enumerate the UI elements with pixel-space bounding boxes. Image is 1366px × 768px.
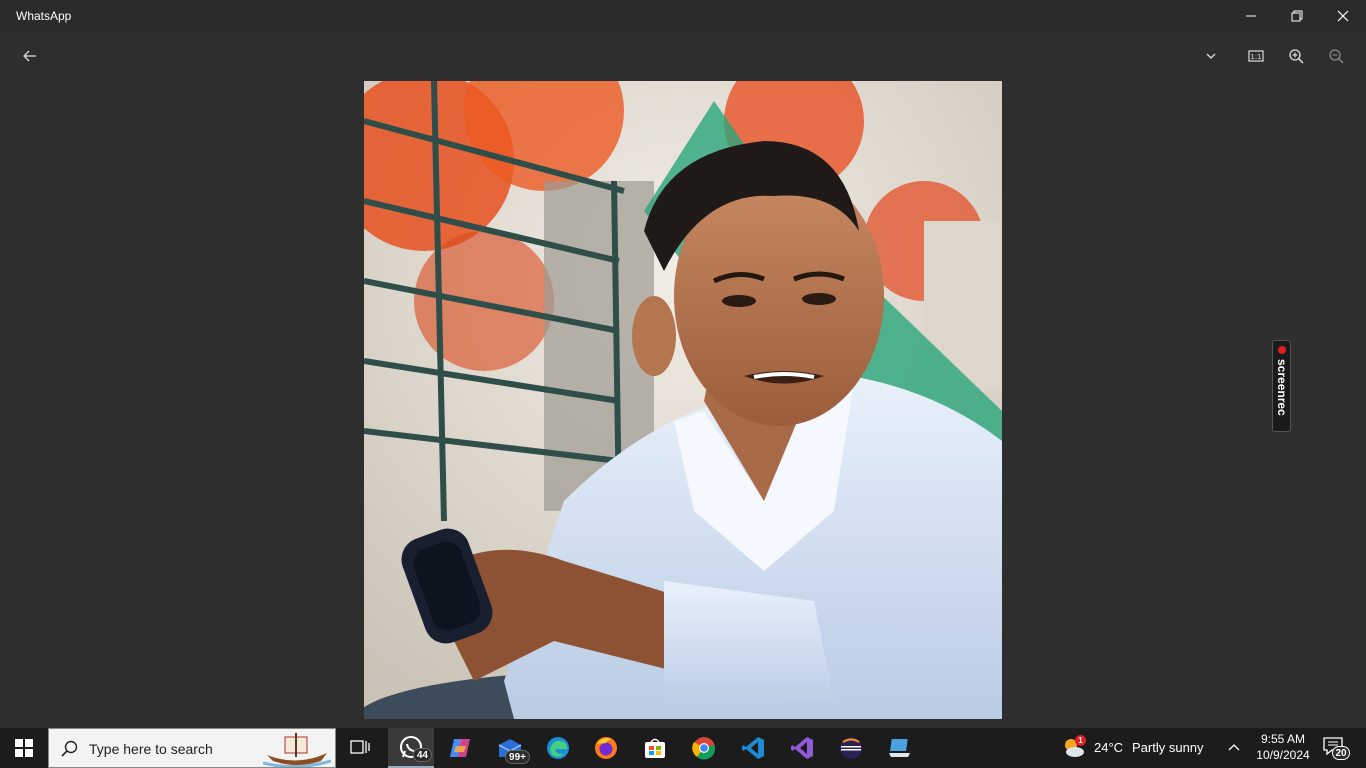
close-button[interactable] [1320,0,1366,32]
eclipse-icon [840,737,862,759]
chevron-down-icon [1206,53,1216,59]
taskbar-firefox[interactable] [584,728,628,768]
minimize-icon [1246,15,1256,17]
screenrec-widget[interactable]: screenrec [1272,340,1291,432]
options-dropdown-button[interactable] [1195,40,1227,72]
clock-date: 10/9/2024 [1256,748,1310,762]
task-view-icon [350,740,370,754]
show-hidden-icons-button[interactable] [1226,740,1246,756]
restore-button[interactable] [1274,0,1320,32]
record-icon [1278,346,1286,354]
actual-size-icon: 1:1 [1248,50,1264,62]
copilot-icon [450,739,470,757]
vscode-icon [742,737,764,759]
back-button[interactable] [14,40,46,72]
screenrec-label: screenrec [1275,359,1289,416]
window-title: WhatsApp [16,9,72,23]
whatsapp-badge: 44 [412,748,432,762]
zoom-in-button[interactable] [1280,40,1312,72]
chevron-up-icon [1228,744,1240,751]
weather-text: Partly sunny [1132,740,1204,755]
close-icon [1337,10,1349,22]
restore-icon [1291,10,1303,22]
taskbar-chrome[interactable] [682,728,726,768]
svg-text:1:1: 1:1 [1250,53,1261,61]
photo-image [364,81,1002,719]
store-icon [645,738,665,758]
task-view-button[interactable] [338,728,382,768]
clock-time: 9:55 AM [1260,732,1306,746]
minimize-button[interactable] [1228,0,1274,32]
clock[interactable]: 9:55 AM 10/9/2024 [1252,731,1314,765]
taskbar-edge[interactable] [536,728,580,768]
notification-count: 20 [1332,746,1350,760]
visual-studio-icon [791,737,813,759]
search-placeholder: Type here to search [89,741,213,757]
windows-icon [15,739,33,757]
notifications-button[interactable]: 20 [1322,736,1354,762]
weather-widget[interactable]: 1 [1060,734,1090,762]
firefox-icon [595,737,617,759]
chrome-icon [692,737,716,760]
edge-icon [547,737,569,759]
taskbar-whatsapp[interactable]: 44 [388,728,434,768]
taskbar-store[interactable] [633,728,677,768]
taskbar-search-box[interactable]: Type here to search [48,728,336,768]
zoom-out-button[interactable] [1320,40,1352,72]
weather-badge: 1 [1075,735,1086,746]
laptop-icon [889,739,910,757]
title-bar: WhatsApp [0,0,1366,32]
taskbar-app[interactable] [878,728,922,768]
taskbar-eclipse[interactable] [829,728,873,768]
taskbar-vscode[interactable] [731,728,775,768]
mail-badge: 99+ [505,750,530,764]
zoom-out-icon [1329,49,1344,64]
start-button[interactable] [2,728,46,768]
taskbar-copilot[interactable] [438,728,482,768]
actual-size-button[interactable]: 1:1 [1240,40,1272,72]
temperature: 24°C [1094,740,1124,755]
taskbar: Type here to search 44 99+ 1 24°C Partly… [0,728,1366,768]
portrait-photo [364,81,1002,719]
media-viewer: 1:1 screenrec [0,32,1366,728]
taskbar-visual-studio[interactable] [780,728,824,768]
taskbar-mail[interactable]: 99+ [488,728,532,768]
arrow-left-icon [23,50,36,62]
ship-icon [263,733,331,767]
zoom-in-icon [1289,49,1304,64]
search-icon [61,740,78,757]
